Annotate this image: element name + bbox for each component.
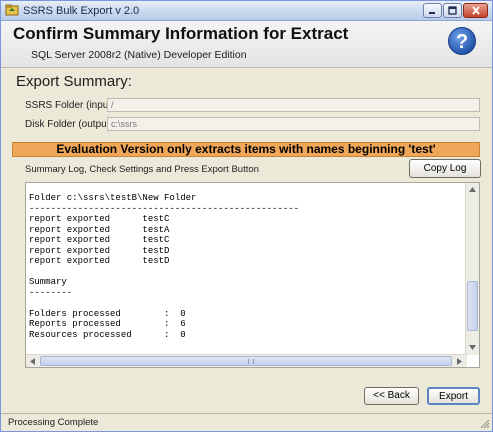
close-icon	[471, 6, 480, 15]
edition-label: SQL Server 2008r2 (Native) Developer Edi…	[31, 49, 247, 61]
horizontal-scroll-thumb[interactable]	[40, 356, 452, 366]
scroll-down-icon	[469, 345, 476, 350]
title-bar[interactable]: SSRS Bulk Export v 2.0	[1, 1, 492, 21]
ssrs-folder-label: SSRS Folder (input)	[25, 100, 115, 111]
back-button[interactable]: << Back	[364, 387, 419, 405]
disk-folder-label: Disk Folder (output)	[25, 119, 113, 130]
minimize-button[interactable]	[423, 3, 442, 18]
app-window: SSRS Bulk Export v 2.0 Confirm Summary I…	[0, 0, 493, 432]
vertical-scroll-thumb[interactable]	[467, 281, 478, 331]
help-icon[interactable]: ?	[447, 26, 477, 56]
scroll-grip-icon	[248, 359, 254, 364]
scroll-right-icon	[457, 357, 462, 365]
export-summary-heading: Export Summary:	[16, 73, 132, 90]
maximize-button[interactable]	[443, 3, 462, 18]
scroll-left-arrow[interactable]	[26, 355, 39, 367]
log-horizontal-scrollbar[interactable]	[26, 354, 467, 367]
page-header: Confirm Summary Information for Extract …	[1, 21, 492, 67]
page-title: Confirm Summary Information for Extract	[13, 24, 349, 43]
resize-grip-icon[interactable]	[479, 418, 490, 429]
maximize-icon	[448, 6, 457, 15]
log-label: Summary Log, Check Settings and Press Ex…	[25, 164, 259, 175]
log-text: Folder c:\ssrs\testB\New Folder --------…	[29, 193, 300, 340]
header-divider	[1, 67, 492, 68]
ssrs-folder-field[interactable]: /	[107, 98, 480, 112]
status-bar: Processing Complete	[1, 413, 492, 431]
export-button[interactable]: Export	[427, 387, 480, 405]
scroll-up-arrow[interactable]	[466, 183, 479, 196]
minimize-icon	[429, 12, 435, 14]
summary-log[interactable]: Folder c:\ssrs\testB\New Folder --------…	[25, 182, 480, 368]
log-vertical-scrollbar[interactable]	[465, 183, 479, 355]
status-text: Processing Complete	[8, 417, 99, 428]
scroll-left-icon	[30, 357, 35, 365]
window-title: SSRS Bulk Export v 2.0	[23, 5, 140, 17]
evaluation-banner: Evaluation Version only extracts items w…	[12, 142, 480, 157]
close-button[interactable]	[463, 3, 488, 18]
scroll-down-arrow[interactable]	[466, 341, 479, 354]
svg-text:?: ?	[456, 31, 468, 53]
scroll-right-arrow[interactable]	[453, 355, 466, 367]
app-icon	[5, 4, 19, 16]
scroll-up-icon	[469, 187, 476, 192]
copy-log-button[interactable]: Copy Log	[409, 159, 481, 178]
disk-folder-field[interactable]: c:\ssrs	[107, 117, 480, 131]
